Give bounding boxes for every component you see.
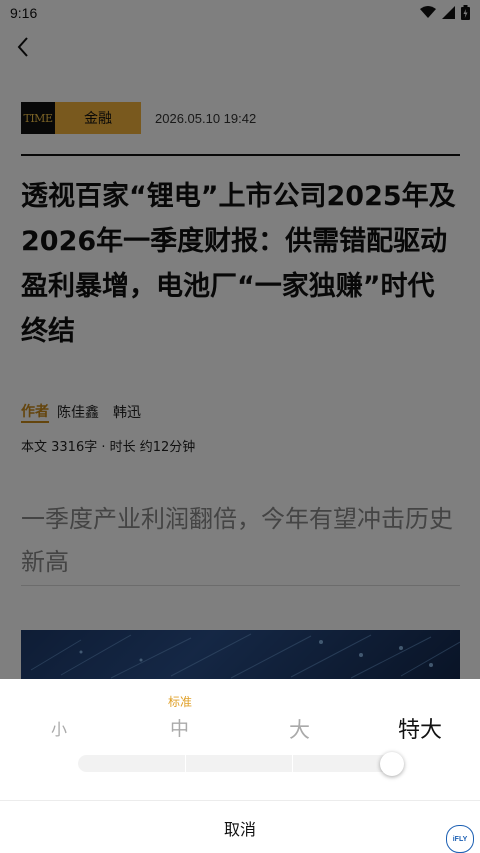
- cancel-button[interactable]: 取消: [0, 816, 480, 840]
- size-option-extra-large[interactable]: 特大: [398, 712, 442, 744]
- size-option-large[interactable]: 大: [289, 714, 310, 744]
- sheet-divider: [0, 800, 480, 801]
- badge-text: iFLY: [452, 835, 468, 843]
- default-size-hint: 标准: [168, 695, 193, 709]
- size-option-medium[interactable]: 中: [170, 714, 189, 741]
- slider-tick: [185, 755, 186, 772]
- ifly-badge-icon[interactable]: iFLY: [446, 825, 474, 853]
- slider-tick: [292, 755, 293, 772]
- font-size-sheet: 标准 小 中 大 特大 取消: [0, 679, 480, 853]
- size-option-small[interactable]: 小: [51, 716, 67, 740]
- font-size-slider-thumb[interactable]: [380, 752, 404, 776]
- dim-overlay[interactable]: [0, 0, 480, 679]
- font-size-slider-track[interactable]: [78, 755, 400, 772]
